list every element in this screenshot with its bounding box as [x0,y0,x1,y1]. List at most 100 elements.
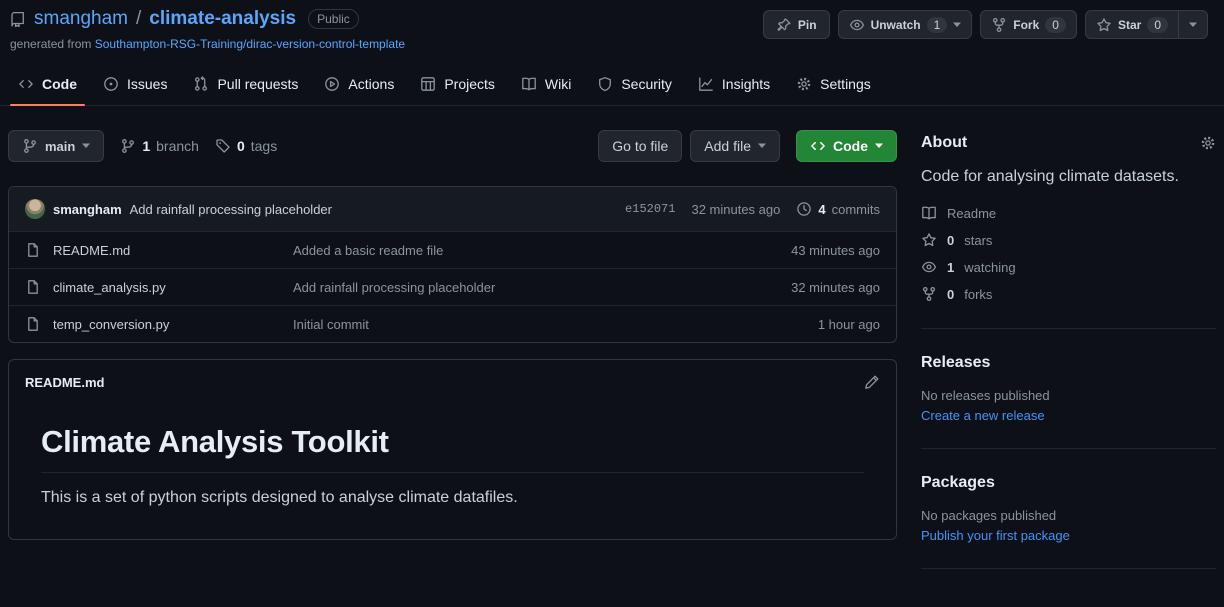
packages-heading[interactable]: Packages [921,474,1216,492]
commit-count-label: commits [832,202,880,217]
file-name-label: temp_conversion.py [53,317,169,332]
repo-title-block: smangham / climate-analysis Public gener… [10,8,405,51]
tab-code[interactable]: Code [8,67,87,105]
edit-about-button[interactable] [1200,135,1216,151]
file-link[interactable]: README.md [25,242,293,258]
watch-label: Unwatch [871,18,921,32]
avatar[interactable] [25,199,45,219]
commit-sha-link[interactable]: e152071 [625,202,675,216]
gear-icon [1200,135,1216,151]
pin-button[interactable]: Pin [763,10,830,39]
stars-label: stars [964,233,992,248]
forks-link[interactable]: 0 forks [921,285,1216,303]
branches-link[interactable]: 1 branch [120,138,199,154]
tab-actions[interactable]: Actions [314,67,404,105]
tab-label: Security [621,76,672,92]
tab-label: Issues [127,76,167,92]
tab-security[interactable]: Security [587,67,682,105]
sidebar-divider [921,448,1216,449]
tab-wiki[interactable]: Wiki [511,67,581,105]
fork-button[interactable]: Fork 0 [981,11,1076,38]
stars-count: 0 [947,233,954,248]
owner-link[interactable]: smangham [34,8,128,30]
add-file-button[interactable]: Add file [690,130,780,162]
readme-link[interactable]: Readme [921,204,1216,222]
file-commit-time: 32 minutes ago [690,280,880,295]
readme-filename[interactable]: README.md [25,375,104,390]
generated-from-prefix: generated from [10,37,91,51]
projects-icon [420,76,436,92]
go-to-file-label: Go to file [612,138,668,154]
graph-icon [698,76,714,92]
template-repo-link[interactable]: Southampton-RSG-Training/dirac-version-c… [95,37,405,51]
edit-readme-button[interactable] [864,374,880,390]
commit-message-link[interactable]: Add rainfall processing placeholder [130,202,332,217]
tab-label: Actions [348,76,394,92]
star-icon [1096,17,1112,33]
file-icon [25,242,41,258]
repo-link[interactable]: climate-analysis [149,8,296,30]
history-icon [796,201,812,217]
shield-icon [597,76,613,92]
readme-body: Climate Analysis Toolkit This is a set o… [9,404,896,539]
sidebar-divider [921,568,1216,569]
commit-meta: e152071 32 minutes ago 4 commits [625,201,880,217]
stars-link[interactable]: 0 stars [921,231,1216,249]
code-button[interactable]: Code [796,130,897,162]
forks-count: 0 [947,287,954,302]
releases-heading[interactable]: Releases [921,354,1216,372]
tab-projects[interactable]: Projects [410,67,505,105]
caret-down-icon [953,22,961,28]
add-file-label: Add file [704,138,751,154]
tab-settings[interactable]: Settings [786,67,881,105]
file-commit-message[interactable]: Initial commit [293,317,690,332]
watching-link[interactable]: 1 watching [921,258,1216,276]
file-commit-message[interactable]: Added a basic readme file [293,243,690,258]
visibility-badge: Public [308,9,359,29]
code-icon [810,138,826,154]
readme-card: README.md Climate Analysis Toolkit This … [8,359,897,540]
commit-time: 32 minutes ago [691,202,780,217]
gear-icon [796,76,812,92]
pin-label: Pin [798,18,817,32]
tag-count-label: tags [251,138,277,154]
book-icon [921,205,937,221]
caret-down-icon [758,143,766,149]
current-branch: main [45,139,75,154]
watching-label: watching [964,260,1015,275]
about-list: Readme 0 stars 1 watching 0 forks [921,204,1216,303]
watching-count: 1 [947,260,954,275]
tab-pull-requests[interactable]: Pull requests [183,67,308,105]
code-button-label: Code [833,138,868,154]
file-link[interactable]: temp_conversion.py [25,316,293,332]
fork-icon [921,286,937,302]
unwatch-button[interactable]: Unwatch 1 [839,11,972,38]
caret-down-icon [82,143,90,149]
file-commit-message[interactable]: Add rainfall processing placeholder [293,280,690,295]
go-to-file-button[interactable]: Go to file [598,130,682,162]
publish-package-link[interactable]: Publish your first package [921,528,1216,543]
commit-author-link[interactable]: smangham [53,202,122,217]
tag-icon [215,138,231,154]
sidebar-divider [921,328,1216,329]
breadcrumb-separator: / [136,8,141,30]
star-dropdown-button[interactable] [1178,11,1207,38]
caret-down-icon [1189,22,1197,28]
content: main 1 branch 0 tags Go to file Add file [0,106,1224,594]
star-button[interactable]: Star 0 [1086,11,1178,38]
branch-icon [22,138,38,154]
tab-label: Code [42,76,77,92]
tab-insights[interactable]: Insights [688,67,780,105]
create-release-link[interactable]: Create a new release [921,408,1216,423]
packages-section: Packages No packages published Publish y… [921,474,1216,543]
main-column: main 1 branch 0 tags Go to file Add file [8,130,897,594]
file-link[interactable]: climate_analysis.py [25,279,293,295]
file-table: smangham Add rainfall processing placeho… [8,186,897,343]
tab-label: Settings [820,76,871,92]
commit-history-link[interactable]: 4 commits [796,201,880,217]
tab-issues[interactable]: Issues [93,67,177,105]
tab-label: Pull requests [217,76,298,92]
file-icon [25,316,41,332]
tags-link[interactable]: 0 tags [215,138,277,154]
branch-selector[interactable]: main [8,130,104,162]
